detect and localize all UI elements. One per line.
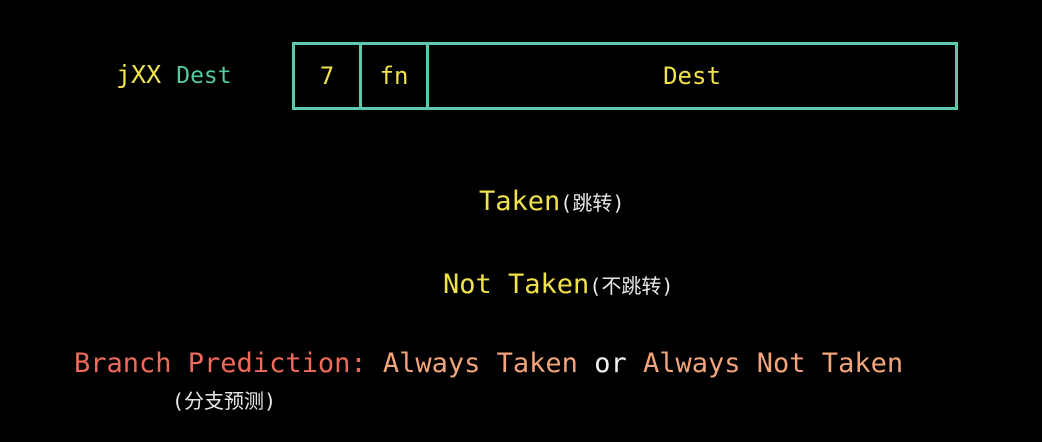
instruction-label: jXX Dest <box>116 58 232 93</box>
encoding-field-ifun: fn <box>359 45 426 107</box>
instruction-operand: Dest <box>176 63 232 89</box>
encoding-field-dest: Dest <box>426 45 955 107</box>
branch-prediction-conjunction: or <box>594 348 627 379</box>
branch-prediction-line: Branch Prediction: Always Taken or Alway… <box>74 347 903 381</box>
taken-note: (跳转) <box>560 191 625 215</box>
not-taken-label: Not Taken <box>443 269 590 300</box>
instruction-mnemonic: jXX <box>116 60 162 89</box>
not-taken-line: Not Taken(不跳转) <box>443 268 673 305</box>
taken-label: Taken <box>479 186 561 217</box>
taken-line: Taken(跳转) <box>479 185 624 222</box>
encoding-field-icode: 7 <box>319 62 335 90</box>
branch-prediction-option-taken: Always Taken <box>382 348 578 379</box>
branch-prediction-lead: Branch Prediction: <box>74 348 367 379</box>
branch-prediction-note: (分支预测) <box>172 389 277 413</box>
branch-prediction-option-not-taken: Always Not Taken <box>643 348 904 379</box>
instruction-encoding-box: 7 fn Dest <box>292 42 958 110</box>
not-taken-note: (不跳转) <box>589 274 674 298</box>
